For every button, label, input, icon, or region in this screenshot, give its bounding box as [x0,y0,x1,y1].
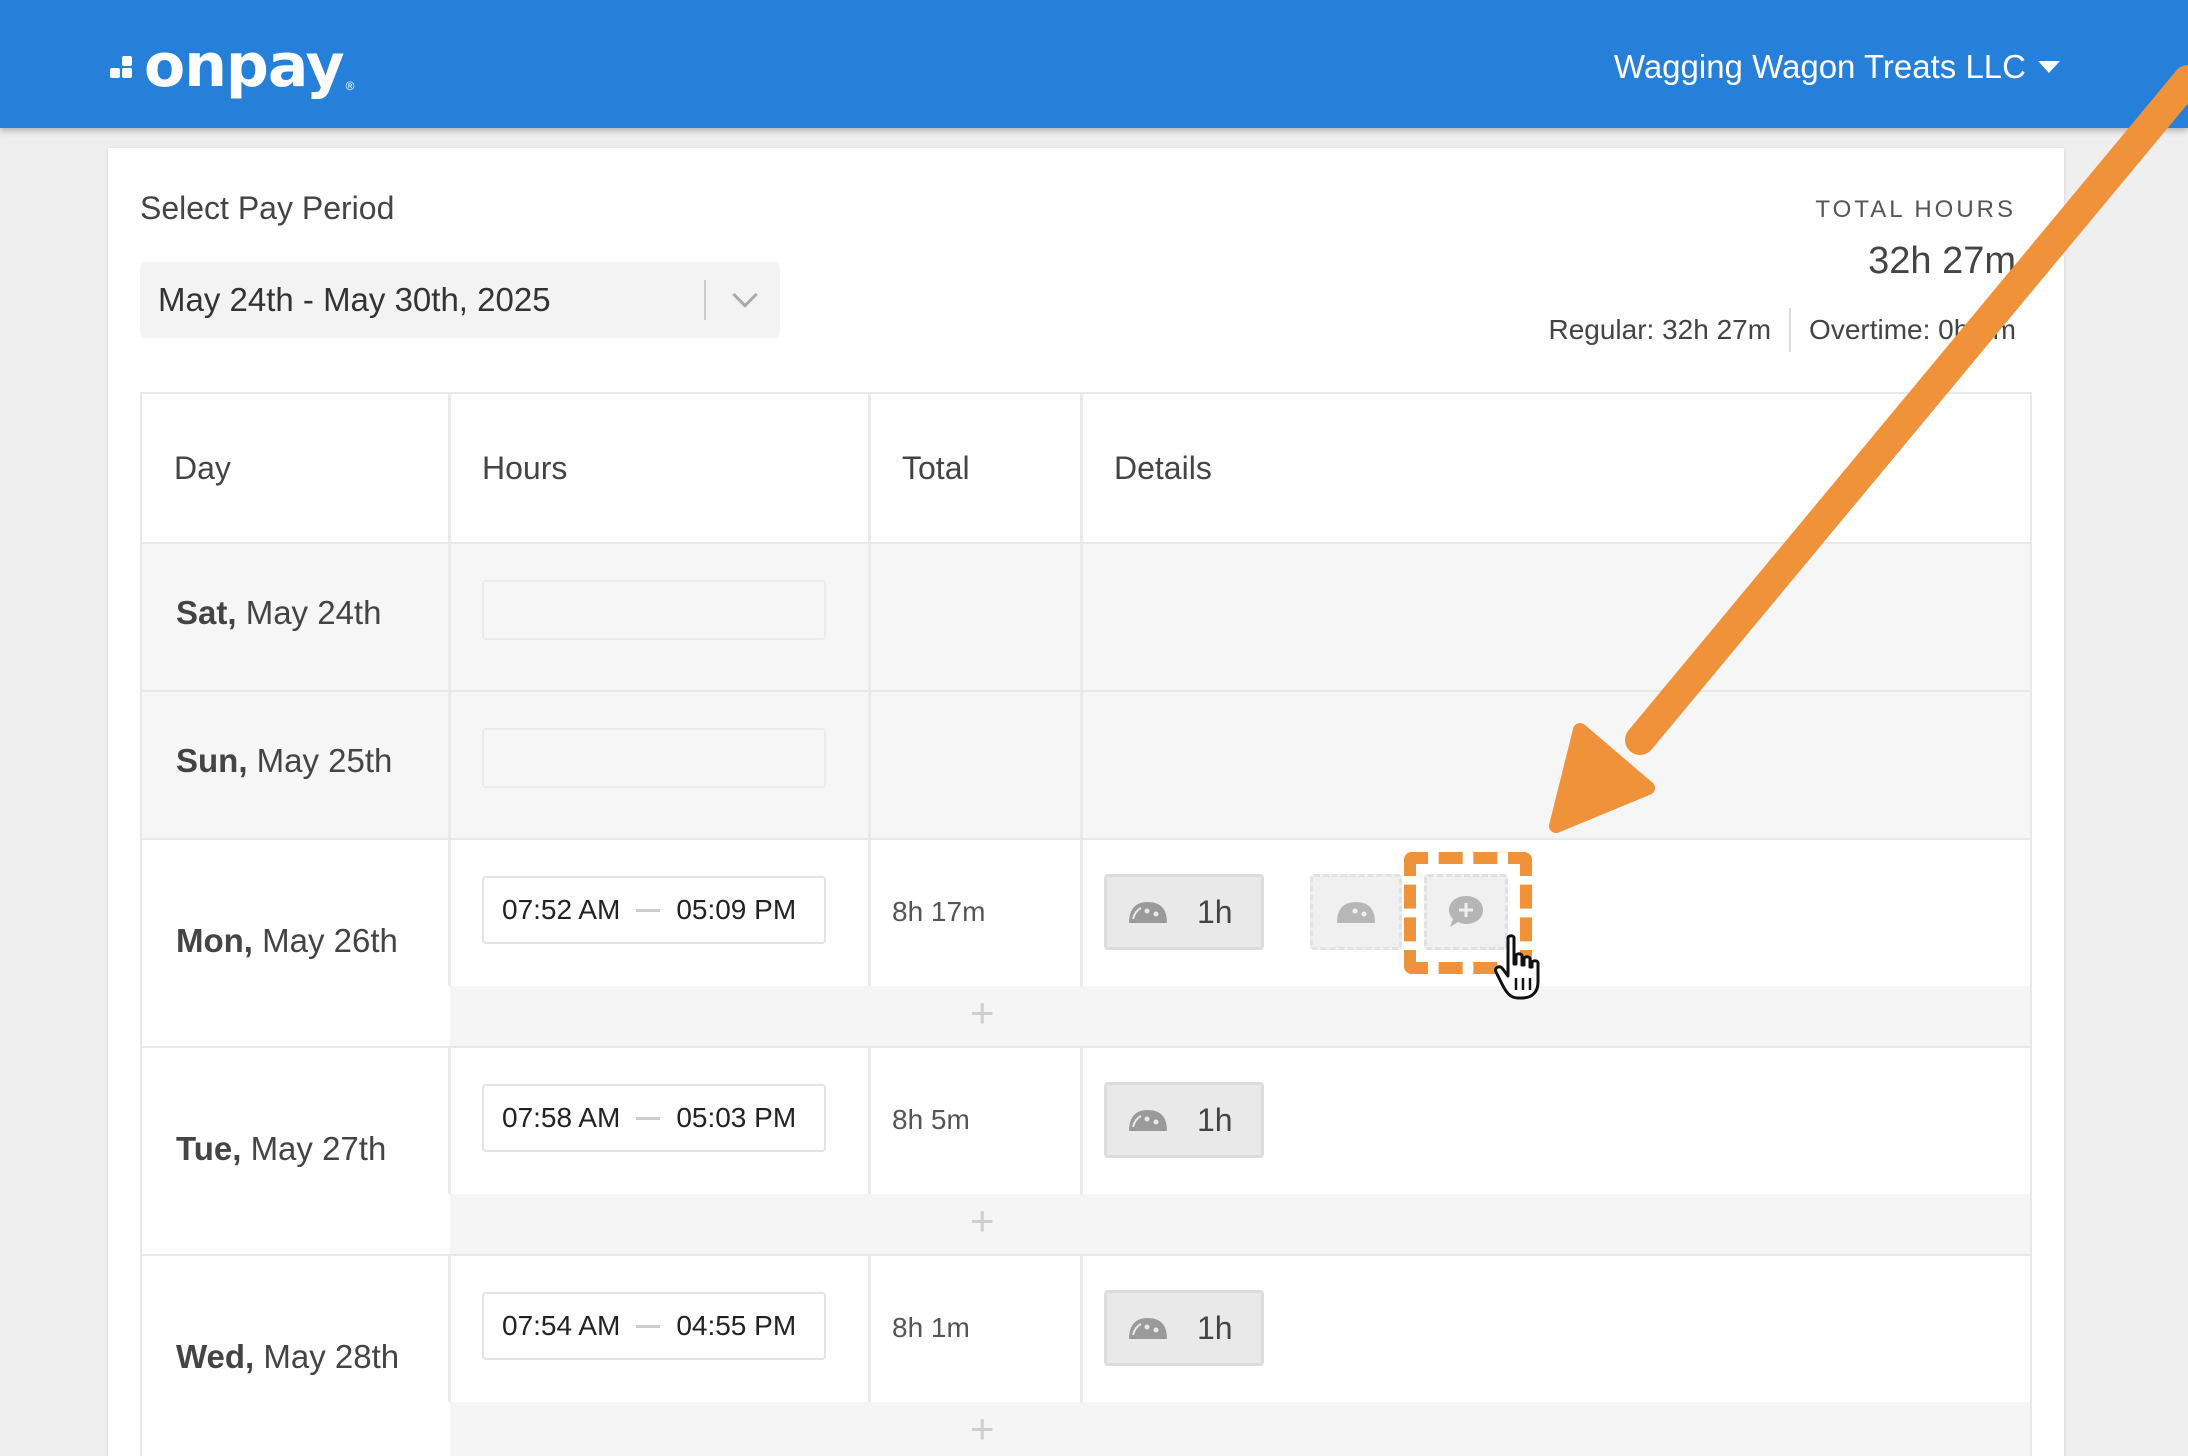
hand-cursor-icon [1494,934,1540,1000]
time-range-input[interactable]: 07:52 AM 05:09 PM [482,876,826,944]
day-label: Sun, May 25th [176,742,393,779]
clock-out-time[interactable]: 04:55 PM [676,1310,796,1342]
plus-icon: + [970,989,995,1036]
plus-icon: + [970,1405,995,1452]
table-header: Day Hours Total Details [140,392,2032,542]
logo-dots-icon [110,46,140,86]
break-duration: 1h [1197,1309,1233,1346]
select-separator [704,280,706,320]
pay-period-select[interactable]: May 24th - May 30th, 2025 [140,262,780,338]
day-label: Mon, May 26th [176,922,398,959]
column-header-details: Details [1114,449,1212,486]
logo-registered-mark: ® [345,79,355,93]
regular-hours: Regular: 32h 27m [1548,314,1772,345]
chevron-down-icon [732,282,758,308]
onpay-logo[interactable]: onpay ® [110,36,354,96]
break-button[interactable]: 1h [1104,1290,1264,1366]
breakdown-divider [1789,308,1792,352]
day-label: Tue, May 27th [176,1130,387,1167]
overtime-hours: Overtime: 0h 0m [1809,314,2016,345]
break-button[interactable]: 1h [1104,1082,1264,1158]
column-header-hours: Hours [482,449,568,486]
logo-text: onpay [144,31,345,101]
day-label: Wed, May 28th [176,1338,400,1375]
clock-in-time[interactable]: 07:52 AM [502,894,620,926]
clock-out-time[interactable]: 05:09 PM [676,894,796,926]
table-row: Sun, May 25th [140,690,2032,838]
caret-down-icon [2038,61,2060,73]
add-shift-row[interactable]: + [450,1402,2030,1456]
clock-in-time[interactable]: 07:58 AM [502,1102,620,1134]
hours-input[interactable] [482,728,826,788]
table-row: Wed, May 28th 07:54 AM 04:55 PM 8h 1m 1h… [140,1254,2032,1456]
break-button[interactable]: 1h [1104,874,1264,950]
hours-input[interactable] [482,580,826,640]
day-total: 8h 1m [892,1312,970,1343]
day-total: 8h 17m [892,896,986,927]
add-shift-row[interactable]: + [450,986,2030,1046]
taco-icon [1129,1110,1167,1131]
table-row: Sat, May 24th [140,542,2032,690]
add-shift-row[interactable]: + [450,1194,2030,1254]
table-row: Tue, May 27th 07:58 AM 05:03 PM 8h 5m 1h… [140,1046,2032,1254]
table-row: Mon, May 26th 07:52 AM 05:09 PM 8h 17m 1… [140,838,2032,1046]
column-header-day: Day [174,449,231,486]
day-total: 8h 5m [892,1104,970,1135]
break-duration: 1h [1197,1101,1233,1138]
taco-icon [1129,902,1167,923]
clock-in-time[interactable]: 07:54 AM [502,1310,620,1342]
pay-period-label: Select Pay Period [140,190,395,226]
company-name: Wagging Wagon Treats LLC [1613,48,2026,85]
add-break-button[interactable] [1310,874,1402,950]
timesheet-card: Select Pay Period May 24th - May 30th, 2… [108,148,2064,1456]
hours-breakdown: Regular: 32h 27m Overtime: 0h 0m [1548,308,2016,352]
time-range-input[interactable]: 07:58 AM 05:03 PM [482,1084,826,1152]
pay-period-value: May 24th - May 30th, 2025 [158,281,551,318]
day-label: Sat, May 24th [176,594,382,631]
time-range-input[interactable]: 07:54 AM 04:55 PM [482,1292,826,1360]
clock-out-time[interactable]: 05:03 PM [676,1102,796,1134]
top-navigation-bar: onpay ® Wagging Wagon Treats LLC [0,0,2188,128]
break-duration: 1h [1197,893,1233,930]
timesheet-table: Day Hours Total Details Sat, May 24th Su… [140,392,2032,1456]
company-selector[interactable]: Wagging Wagon Treats LLC [1614,48,2060,86]
total-hours-value: 32h 27m [1868,240,2016,282]
total-hours-label: TOTAL HOURS [1815,196,2016,223]
taco-icon [1129,1318,1167,1339]
plus-icon: + [970,1197,995,1244]
column-header-total: Total [902,449,970,486]
taco-icon [1337,902,1375,923]
